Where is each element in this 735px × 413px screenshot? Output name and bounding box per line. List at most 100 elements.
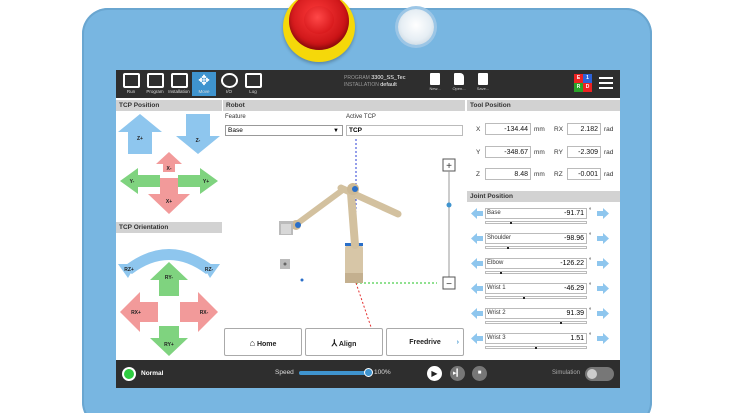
save-program-button[interactable]: Save... (473, 73, 493, 95)
joint-decrease-button[interactable] (471, 333, 483, 344)
tab-log[interactable]: Log (241, 72, 265, 96)
rx-plus-button[interactable]: RX+ (120, 292, 158, 332)
y-plus-label: Y+ (203, 179, 209, 185)
open-program-button[interactable]: Open... (449, 73, 469, 95)
joint-name: Wrist 1 (487, 285, 506, 291)
tool-x-value[interactable]: -134.44 (485, 123, 531, 135)
degree-unit: ° (589, 258, 592, 264)
new-program-label: New... (429, 86, 441, 91)
tab-program[interactable]: Program (143, 72, 167, 96)
stop-icon[interactable]: ■ (472, 366, 487, 381)
tool-y-value[interactable]: -348.67 (485, 146, 531, 158)
robot-status-button[interactable] (122, 367, 136, 381)
arrow-right-icon (597, 333, 609, 344)
arrow-right-icon (597, 233, 609, 244)
joint-range-bar (485, 221, 587, 224)
play-icon[interactable]: ▶ (427, 366, 442, 381)
joint-decrease-button[interactable] (471, 283, 483, 294)
log-icon (244, 73, 262, 88)
tool-ry-value[interactable]: -2.309 (567, 146, 601, 158)
new-file-icon (430, 73, 440, 85)
chevron-right-icon: › (456, 339, 459, 346)
freedrive-label: Freedrive (409, 339, 441, 346)
rx-minus-button[interactable]: RX- (180, 292, 218, 332)
active-tcp-label: Active TCP (346, 114, 376, 120)
simulation-toggle[interactable] (585, 367, 614, 381)
speed-slider-fill (299, 371, 369, 375)
joint-decrease-button[interactable] (471, 208, 483, 219)
feature-select-value: Base (228, 127, 243, 134)
zoom-slider-handle[interactable] (446, 202, 452, 208)
installation-name: default (380, 82, 397, 88)
zoom-control[interactable]: + − (442, 158, 456, 290)
joint-increase-button[interactable] (597, 308, 609, 319)
joint-range-marker (560, 322, 562, 324)
joint-range-marker (510, 222, 512, 224)
speed-slider[interactable] (299, 368, 373, 377)
joint-decrease-button[interactable] (471, 233, 483, 244)
tool-z-axis-label: Z (476, 171, 480, 178)
tab-installation[interactable]: Installation (167, 72, 191, 96)
joint-increase-button[interactable] (597, 258, 609, 269)
active-tcp-field[interactable]: TCP (346, 125, 463, 136)
tool-ry-axis-label: RY (554, 149, 563, 156)
home-button[interactable]: ⌂ Home (224, 328, 302, 356)
joint-name: Wrist 3 (487, 335, 506, 341)
joint-range-bar (485, 246, 587, 249)
arrow-left-icon (471, 333, 483, 344)
joint-decrease-button[interactable] (471, 258, 483, 269)
tab-installation-label: Installation (168, 89, 190, 94)
joint-increase-button[interactable] (597, 233, 609, 244)
robot-status-indicator[interactable]: E 1 R D (574, 74, 592, 92)
joint-row: Wrist 2 91.39 ° (467, 308, 620, 330)
align-button[interactable]: ⅄ Align (305, 328, 383, 356)
power-button[interactable] (398, 9, 434, 45)
tool-rx-value[interactable]: 2.182 (567, 123, 601, 135)
joint-position-header: Joint Position (467, 191, 620, 202)
z-minus-label: Z- (196, 138, 201, 144)
y-minus-button[interactable]: Y- (120, 168, 160, 194)
zoom-out-button[interactable]: − (446, 279, 452, 290)
z-plus-button[interactable]: Z+ (118, 114, 162, 154)
tab-io-label: I/O (225, 89, 232, 94)
joint-row: Wrist 3 1.51 ° (467, 333, 620, 355)
tool-y-unit: mm (534, 149, 545, 156)
program-icon (146, 73, 164, 88)
tab-move[interactable]: ✥ Move (192, 72, 216, 96)
ry-plus-button[interactable]: RY+ (150, 326, 188, 356)
menu-icon[interactable] (599, 77, 613, 89)
arrow-right-icon (597, 208, 609, 219)
tcp-orientation-header: TCP Orientation (116, 222, 222, 233)
speed-slider-handle[interactable] (364, 368, 373, 377)
rx-minus-label: RX- (200, 310, 209, 316)
new-program-button[interactable]: New... (425, 73, 445, 95)
y-plus-button[interactable]: Y+ (178, 168, 218, 194)
feature-select[interactable]: Base ▼ (225, 125, 343, 136)
arrow-left-icon (471, 258, 483, 269)
tool-rz-value[interactable]: -0.001 (567, 168, 601, 180)
step-icon[interactable]: ▸▎ (450, 366, 465, 381)
x-minus-button[interactable]: X- (156, 152, 182, 172)
installation-icon (170, 73, 188, 88)
folder-icon (454, 73, 464, 85)
tab-io[interactable]: I/O (217, 72, 241, 96)
freedrive-button[interactable]: Freedrive › (386, 328, 464, 356)
joint-decrease-button[interactable] (471, 308, 483, 319)
arrow-left-icon (471, 283, 483, 294)
robot-3d-view[interactable]: + − (223, 137, 465, 327)
save-icon (478, 73, 488, 85)
x-axis-line (355, 282, 372, 327)
joint-increase-button[interactable] (597, 208, 609, 219)
joint-increase-button[interactable] (597, 283, 609, 294)
joint-row: Elbow -126.22 ° (467, 258, 620, 280)
ry-minus-button[interactable]: RY- (150, 262, 188, 296)
tool-z-value[interactable]: 8.48 (485, 168, 531, 180)
bottom-bar: Normal Speed 100% ▶ ▸▎ ■ Simulation (116, 360, 620, 388)
x-plus-label: X+ (166, 199, 172, 205)
zoom-in-button[interactable]: + (446, 161, 452, 172)
joint-row: Base -91.71 ° (467, 208, 620, 230)
tab-run[interactable]: Run (119, 72, 143, 96)
tab-program-label: Program (146, 89, 164, 94)
z-minus-button[interactable]: Z- (176, 114, 220, 154)
joint-increase-button[interactable] (597, 333, 609, 344)
